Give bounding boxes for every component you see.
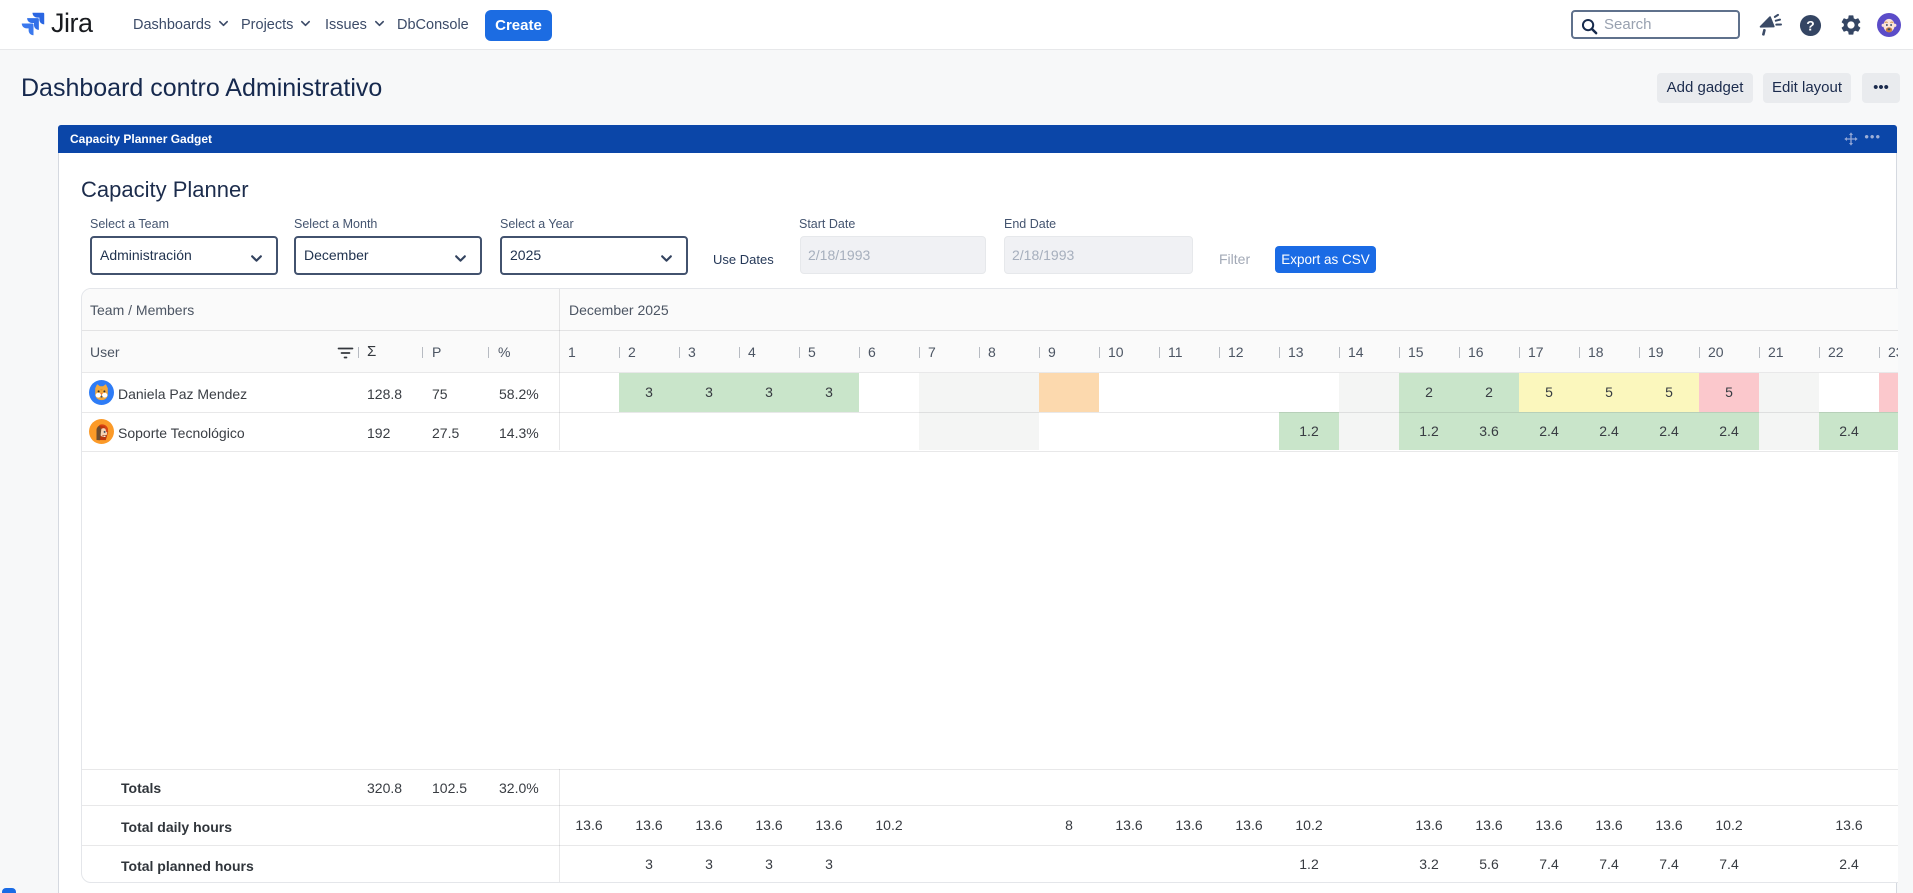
svg-text:?: ? (1806, 17, 1814, 33)
